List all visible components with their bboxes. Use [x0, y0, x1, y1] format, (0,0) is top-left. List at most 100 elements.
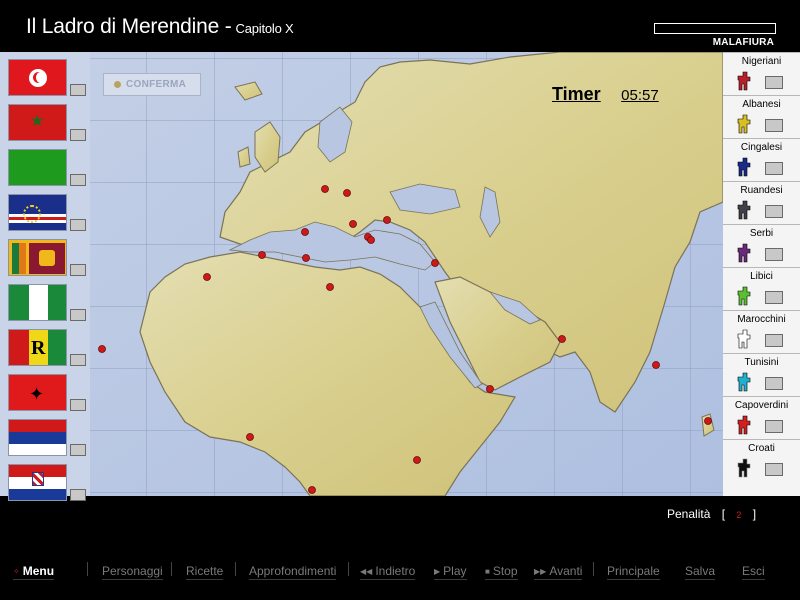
- menu-separator: [593, 562, 594, 576]
- person-icon: [737, 329, 751, 349]
- map-marker: [558, 335, 566, 343]
- save-button[interactable]: Salva: [685, 562, 716, 580]
- libya-flag[interactable]: [8, 149, 67, 186]
- forward-label: Avanti: [549, 564, 583, 578]
- suspect-label: Ruandesi: [740, 185, 783, 196]
- menu-button[interactable]: ✧ Menu: [13, 562, 55, 580]
- suspect-ruandesi[interactable]: Ruandesi: [723, 181, 800, 224]
- map-marker: [367, 236, 375, 244]
- flag-row-albania: ✦: [0, 367, 90, 412]
- penalty-label: Penalità: [667, 507, 711, 521]
- chapter-subtitle: Capitolo X: [235, 21, 294, 36]
- serbia-flag[interactable]: [8, 419, 67, 456]
- suspect-libici[interactable]: Libici: [723, 267, 800, 310]
- suspect-capoverdini[interactable]: Capoverdini: [723, 396, 800, 439]
- suspect-label: Serbi: [749, 228, 774, 239]
- suspect-cingalesi[interactable]: Cingalesi: [723, 138, 800, 181]
- suspect-nigeriani[interactable]: Nigeriani: [723, 52, 800, 95]
- suspect-checkbox[interactable]: [765, 377, 783, 390]
- suspect-checkbox[interactable]: [765, 420, 783, 433]
- suspect-serbi[interactable]: Serbi: [723, 224, 800, 267]
- sri-lanka-flag[interactable]: [8, 239, 67, 276]
- recipes-button[interactable]: Ricette: [186, 562, 224, 580]
- flag-checkbox[interactable]: [70, 354, 86, 366]
- suspects-column: Nigeriani Albanesi Cingalesi Ruandesi Se…: [723, 52, 800, 496]
- map-marker: [413, 456, 421, 464]
- map-marker: [246, 433, 254, 441]
- stop-button[interactable]: ■ Stop: [485, 562, 518, 580]
- morocco-flag[interactable]: ★: [8, 104, 67, 141]
- suspect-croati[interactable]: Croati: [723, 439, 800, 482]
- characters-button[interactable]: Personaggi: [102, 562, 163, 580]
- flag-checkbox[interactable]: [70, 84, 86, 96]
- fast-forward-icon: ▶▶: [534, 567, 547, 576]
- flag-checkbox[interactable]: [70, 489, 86, 501]
- penalty-counter: Penalità [ 2 ]: [667, 507, 756, 521]
- suspect-label: Croati: [748, 443, 775, 454]
- flag-row-croatia: [0, 457, 90, 502]
- play-button[interactable]: ▶ Play: [434, 562, 467, 580]
- person-icon: [737, 415, 751, 435]
- nigeria-flag[interactable]: [8, 284, 67, 321]
- timer-value: 05:57: [621, 87, 659, 104]
- map-area[interactable]: CONFERMA Timer 05:57: [90, 52, 723, 496]
- map-marker: [652, 361, 660, 369]
- insights-button[interactable]: Approfondimenti: [249, 562, 337, 580]
- suspect-checkbox[interactable]: [765, 76, 783, 89]
- penalty-bracket-open: [: [721, 507, 726, 521]
- person-icon: [737, 157, 751, 177]
- croatia-flag[interactable]: [8, 464, 67, 501]
- suspect-checkbox[interactable]: [765, 463, 783, 476]
- map-marker: [321, 185, 329, 193]
- rwanda-flag[interactable]: R: [8, 329, 67, 366]
- person-icon: [737, 200, 751, 220]
- play-label: Play: [443, 564, 467, 578]
- flag-checkbox[interactable]: [70, 129, 86, 141]
- person-icon: [737, 372, 751, 392]
- suspect-label: Libici: [750, 271, 773, 282]
- suspect-checkbox[interactable]: [765, 162, 783, 175]
- person-icon: [737, 286, 751, 306]
- flag-row-nigeria: [0, 277, 90, 322]
- menu-separator: [87, 562, 88, 576]
- rewind-icon: ◀◀: [360, 567, 373, 576]
- main-button[interactable]: Principale: [607, 562, 660, 580]
- map-marker: [308, 486, 316, 494]
- suspect-label: Capoverdini: [734, 400, 789, 411]
- flag-row-serbia: [0, 412, 90, 457]
- game-title: Il Ladro di Merendine - Capitolo X: [26, 15, 294, 39]
- map-marker: [383, 216, 391, 224]
- back-button[interactable]: ◀◀ Indietro: [360, 562, 416, 580]
- flag-checkbox[interactable]: [70, 264, 86, 276]
- exit-button[interactable]: Esci: [742, 562, 765, 580]
- suspect-checkbox[interactable]: [765, 205, 783, 218]
- forward-button[interactable]: ▶▶ Avanti: [534, 562, 583, 580]
- flag-checkbox[interactable]: [70, 444, 86, 456]
- suspect-checkbox[interactable]: [765, 291, 783, 304]
- flag-checkbox[interactable]: [70, 399, 86, 411]
- stop-icon: ■: [485, 567, 490, 576]
- map-marker: [704, 417, 712, 425]
- suspect-checkbox[interactable]: [765, 119, 783, 132]
- flag-checkbox[interactable]: [70, 309, 86, 321]
- cape-verde-flag[interactable]: [8, 194, 67, 231]
- tunisia-flag[interactable]: [8, 59, 67, 96]
- menu-separator: [171, 562, 172, 576]
- suspect-albanesi[interactable]: Albanesi: [723, 95, 800, 138]
- title-text: Il Ladro di Merendine -: [26, 15, 232, 38]
- suspect-checkbox[interactable]: [765, 334, 783, 347]
- suspect-label: Nigeriani: [741, 56, 782, 67]
- flag-checkbox[interactable]: [70, 219, 86, 231]
- albania-flag[interactable]: ✦: [8, 374, 67, 411]
- suspect-tunisini[interactable]: Tunisini: [723, 353, 800, 396]
- confirm-button[interactable]: CONFERMA: [103, 73, 201, 96]
- suspect-marocchini[interactable]: Marocchini: [723, 310, 800, 353]
- flag-row-morocco: ★: [0, 97, 90, 142]
- stop-label: Stop: [492, 564, 518, 578]
- map-marker: [349, 220, 357, 228]
- flag-row-libya: [0, 142, 90, 187]
- suspect-checkbox[interactable]: [765, 248, 783, 261]
- map-marker: [258, 251, 266, 259]
- map-marker: [486, 385, 494, 393]
- flag-checkbox[interactable]: [70, 174, 86, 186]
